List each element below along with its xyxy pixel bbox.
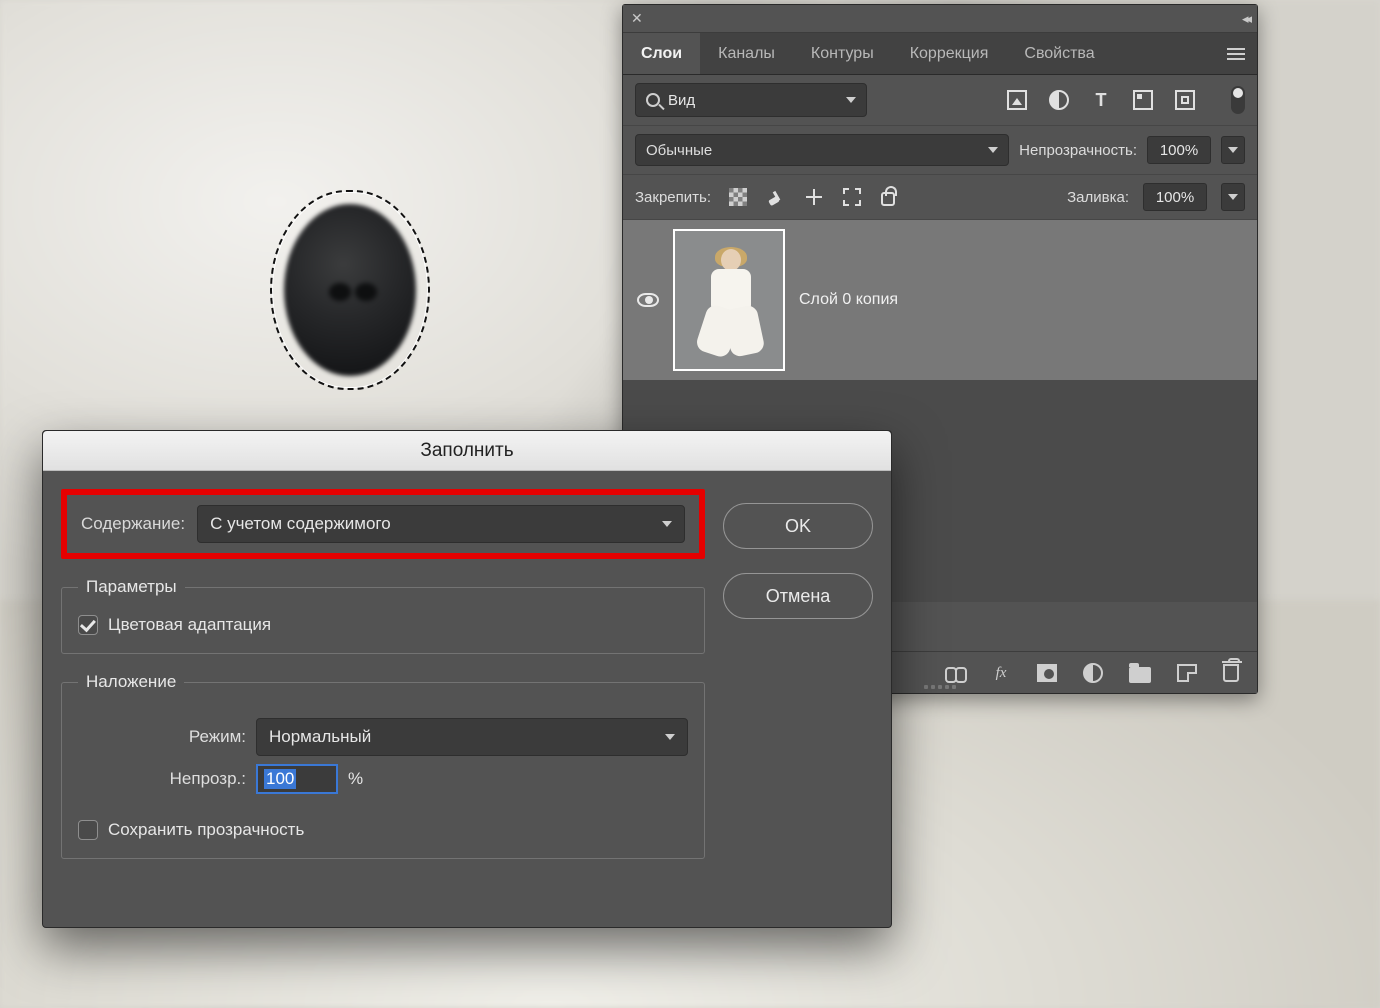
blending-fieldset: Наложение Режим: Нормальный Непрозр.: 10…: [61, 672, 705, 859]
link-layers-icon[interactable]: [945, 663, 965, 683]
adjustment-filter-icon[interactable]: [1049, 90, 1069, 110]
pixel-filter-icon[interactable]: [1007, 90, 1027, 110]
chevron-down-icon: [1228, 194, 1238, 200]
ok-button[interactable]: OK: [723, 503, 873, 549]
layer-name[interactable]: Слой 0 копия: [799, 291, 898, 309]
new-adjustment-icon[interactable]: [1083, 663, 1103, 683]
fill-label: Заливка:: [1067, 189, 1129, 206]
mode-value: Нормальный: [269, 727, 371, 747]
mode-select[interactable]: Нормальный: [256, 718, 688, 756]
thumbnail-graphic: [693, 249, 769, 359]
lock-position-icon[interactable]: [805, 188, 823, 206]
dialog-title: Заполнить: [43, 431, 891, 471]
chevron-down-icon: [665, 734, 675, 740]
type-filter-icon[interactable]: T: [1091, 90, 1111, 110]
parameters-fieldset: Параметры Цветовая адаптация: [61, 577, 705, 654]
lock-row: Закрепить: Заливка: 100%: [623, 175, 1257, 220]
visibility-icon[interactable]: [637, 293, 659, 307]
content-label: Содержание:: [81, 514, 185, 534]
opacity-stepper[interactable]: [1221, 136, 1245, 164]
blending-legend: Наложение: [78, 672, 184, 692]
chevron-down-icon: [662, 521, 672, 527]
tab-properties[interactable]: Свойства: [1006, 33, 1112, 74]
chevron-down-icon: [1228, 147, 1238, 153]
filter-row: Вид T: [623, 75, 1257, 125]
color-adapt-checkbox[interactable]: [78, 615, 98, 635]
delete-layer-icon[interactable]: [1223, 664, 1239, 682]
new-layer-icon[interactable]: [1177, 664, 1197, 682]
dialog-opacity-input[interactable]: 100: [256, 764, 338, 794]
opacity-value[interactable]: 100%: [1147, 136, 1211, 164]
panel-menu-button[interactable]: [1215, 33, 1257, 74]
parameters-legend: Параметры: [78, 577, 185, 597]
lock-image-icon[interactable]: [767, 188, 785, 206]
lock-all-icon[interactable]: [881, 192, 895, 206]
cancel-button[interactable]: Отмена: [723, 573, 873, 619]
layer-thumbnail[interactable]: [673, 229, 785, 371]
tab-layers[interactable]: Слои: [623, 33, 700, 74]
layer-row[interactable]: Слой 0 копия: [623, 220, 1257, 380]
blend-row: Обычные Непрозрачность: 100%: [623, 125, 1257, 175]
chevron-down-icon: [846, 97, 856, 103]
close-panel-icon[interactable]: ✕: [631, 10, 643, 27]
tab-paths[interactable]: Контуры: [793, 33, 892, 74]
filter-icon-row: T: [1007, 86, 1245, 114]
layer-fx-icon[interactable]: fx: [991, 663, 1011, 683]
lock-transparent-icon[interactable]: [729, 188, 747, 206]
blend-mode-select[interactable]: Обычные: [635, 134, 1009, 166]
preserve-transparency-label: Сохранить прозрачность: [108, 820, 304, 840]
fill-dialog: Заполнить Содержание: С учетом содержимо…: [42, 430, 892, 928]
color-adapt-label: Цветовая адаптация: [108, 615, 271, 635]
search-icon: [646, 93, 660, 107]
color-adapt-checkbox-row: Цветовая адаптация: [78, 615, 688, 635]
lock-label: Закрепить:: [635, 189, 711, 206]
layer-kind-select[interactable]: Вид: [635, 83, 867, 117]
panel-tabs: Слои Каналы Контуры Коррекция Свойства: [623, 33, 1257, 75]
add-mask-icon[interactable]: [1037, 664, 1057, 682]
tab-adjustments[interactable]: Коррекция: [892, 33, 1007, 74]
lock-artboard-icon[interactable]: [843, 188, 861, 206]
dialog-opacity-suffix: %: [348, 769, 363, 789]
content-select[interactable]: С учетом содержимого: [197, 505, 685, 543]
content-row-highlight: Содержание: С учетом содержимого: [61, 489, 705, 559]
collapse-panel-icon[interactable]: ◂◂: [1242, 11, 1249, 27]
shape-filter-icon[interactable]: [1133, 90, 1153, 110]
fill-value[interactable]: 100%: [1143, 183, 1207, 211]
tab-channels[interactable]: Каналы: [700, 33, 793, 74]
fill-stepper[interactable]: [1221, 183, 1245, 211]
preserve-transparency-checkbox[interactable]: [78, 820, 98, 840]
new-group-icon[interactable]: [1129, 667, 1151, 683]
opacity-label: Непрозрачность:: [1019, 142, 1137, 159]
smartobject-filter-icon[interactable]: [1175, 90, 1195, 110]
resize-grip[interactable]: [919, 685, 961, 691]
blend-mode-value: Обычные: [646, 142, 712, 159]
dialog-opacity-label: Непрозр.:: [78, 769, 246, 789]
mode-label: Режим:: [78, 727, 246, 747]
marching-ants-selection: [270, 190, 430, 390]
layer-kind-label: Вид: [668, 92, 695, 109]
selection-area: [270, 190, 430, 390]
content-value: С учетом содержимого: [210, 514, 391, 534]
filter-toggle[interactable]: [1231, 86, 1245, 114]
chevron-down-icon: [988, 147, 998, 153]
panel-topbar: ✕ ◂◂: [623, 5, 1257, 33]
hamburger-icon: [1227, 53, 1245, 55]
dialog-opacity-value: 100: [264, 769, 296, 789]
